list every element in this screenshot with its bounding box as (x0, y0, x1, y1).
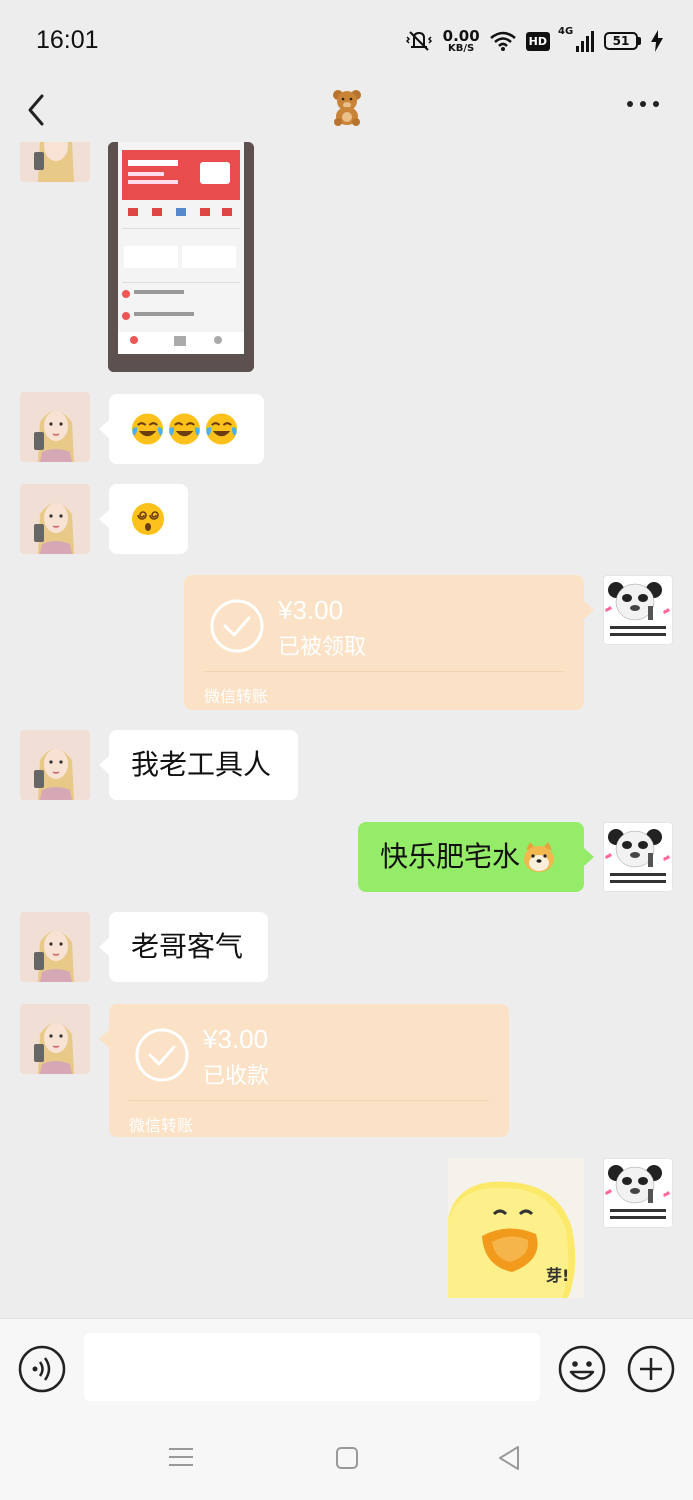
network-type: 4G (558, 26, 574, 37)
contact-avatar[interactable] (20, 142, 90, 182)
girl-avatar-icon (20, 142, 90, 182)
message-text: 快乐肥宅水 (380, 840, 521, 873)
girl-avatar-icon (20, 912, 90, 982)
transfer-divider (204, 671, 564, 672)
hd-badge: HD (525, 31, 550, 51)
battery-icon: 51 (604, 32, 641, 50)
contact-avatar[interactable] (20, 730, 90, 800)
contact-avatar[interactable] (20, 912, 90, 982)
girl-avatar-icon (20, 730, 90, 800)
transfer-amount: ¥3.00 (278, 595, 344, 625)
net-speed-value: 0.00 (442, 26, 480, 45)
back-arrow-icon[interactable] (18, 86, 58, 134)
menu-icon[interactable] (168, 1446, 194, 1468)
message-bubble[interactable] (99, 484, 188, 554)
message-input[interactable] (84, 1333, 540, 1401)
transfer-card[interactable]: ¥3.00 已收款 微信转账 (99, 1004, 509, 1137)
system-navigation-bar (0, 1414, 693, 1500)
doge-emoji-icon (524, 842, 555, 872)
chat-header (0, 80, 693, 142)
status-time: 16:01 (36, 26, 99, 54)
contact-avatar[interactable] (20, 392, 90, 462)
message-text: 老哥客气 (131, 930, 244, 963)
my-avatar[interactable] (603, 1158, 673, 1228)
net-speed-unit: KB/S (448, 42, 475, 54)
my-avatar[interactable] (603, 822, 673, 892)
my-avatar[interactable] (603, 575, 673, 645)
transfer-amount: ¥3.00 (203, 1024, 269, 1054)
panda-meme-avatar-icon (604, 1159, 672, 1227)
sticker-image[interactable]: 芽! (448, 1158, 584, 1298)
panda-meme-avatar-icon (604, 823, 672, 891)
panda-meme-avatar-icon (604, 576, 672, 644)
transfer-divider (129, 1100, 489, 1101)
teddy-bear-icon (333, 90, 361, 126)
battery-level: 51 (612, 34, 630, 48)
plus-icon[interactable] (627, 1345, 675, 1393)
status-bar: 16:01 0.00 KB/S HD 4G 51 (0, 0, 693, 80)
check-circle-icon (210, 599, 264, 653)
transfer-card[interactable]: ¥3.00 已被领取 微信转账 (184, 575, 594, 710)
transfer-status: 已收款 (203, 1064, 270, 1089)
transfer-footer: 微信转账 (129, 1116, 194, 1135)
contact-avatar[interactable] (20, 484, 90, 554)
home-icon[interactable] (335, 1446, 359, 1470)
phone-screenshot-image (108, 142, 254, 372)
chat-message-list[interactable]: ¥3.00 已被领取 微信转账 我老工具人 快乐肥宅水 老哥客气 ¥3.00 已… (0, 142, 693, 1318)
message-bubble[interactable]: 我老工具人 (99, 730, 298, 800)
transfer-footer: 微信转账 (204, 687, 269, 706)
crying-laughing-emoji-icon (131, 413, 164, 445)
chat-image[interactable] (108, 142, 254, 372)
crying-laughing-emoji-icon (168, 413, 201, 445)
back-triangle-icon[interactable] (496, 1444, 522, 1472)
message-bubble[interactable]: 老哥客气 (99, 912, 268, 982)
message-bubble[interactable] (99, 394, 264, 464)
message-input-bar (0, 1318, 693, 1414)
status-icons: 0.00 KB/S HD 4G 51 (405, 26, 663, 56)
sticker-text: 芽! (546, 1266, 570, 1285)
voice-icon[interactable] (18, 1345, 66, 1393)
emoji-icon[interactable] (558, 1345, 606, 1393)
check-circle-icon (135, 1028, 189, 1082)
signal-indicator: 4G (558, 26, 594, 52)
message-bubble[interactable]: 快乐肥宅水 (358, 822, 594, 892)
girl-avatar-icon (20, 1004, 90, 1074)
more-options-icon[interactable] (627, 96, 663, 112)
contact-avatar[interactable] (20, 1004, 90, 1074)
girl-avatar-icon (20, 484, 90, 554)
crying-laughing-emoji-icon (205, 413, 238, 445)
mute-vibrate-icon (405, 31, 432, 51)
net-speed: 0.00 KB/S (442, 26, 480, 54)
dizzy-face-emoji-icon (132, 503, 164, 535)
charging-bolt-icon (651, 30, 663, 52)
girl-avatar-icon (20, 392, 90, 462)
wifi-icon (489, 31, 516, 51)
transfer-status: 已被领取 (278, 635, 367, 660)
message-text: 我老工具人 (131, 748, 272, 781)
